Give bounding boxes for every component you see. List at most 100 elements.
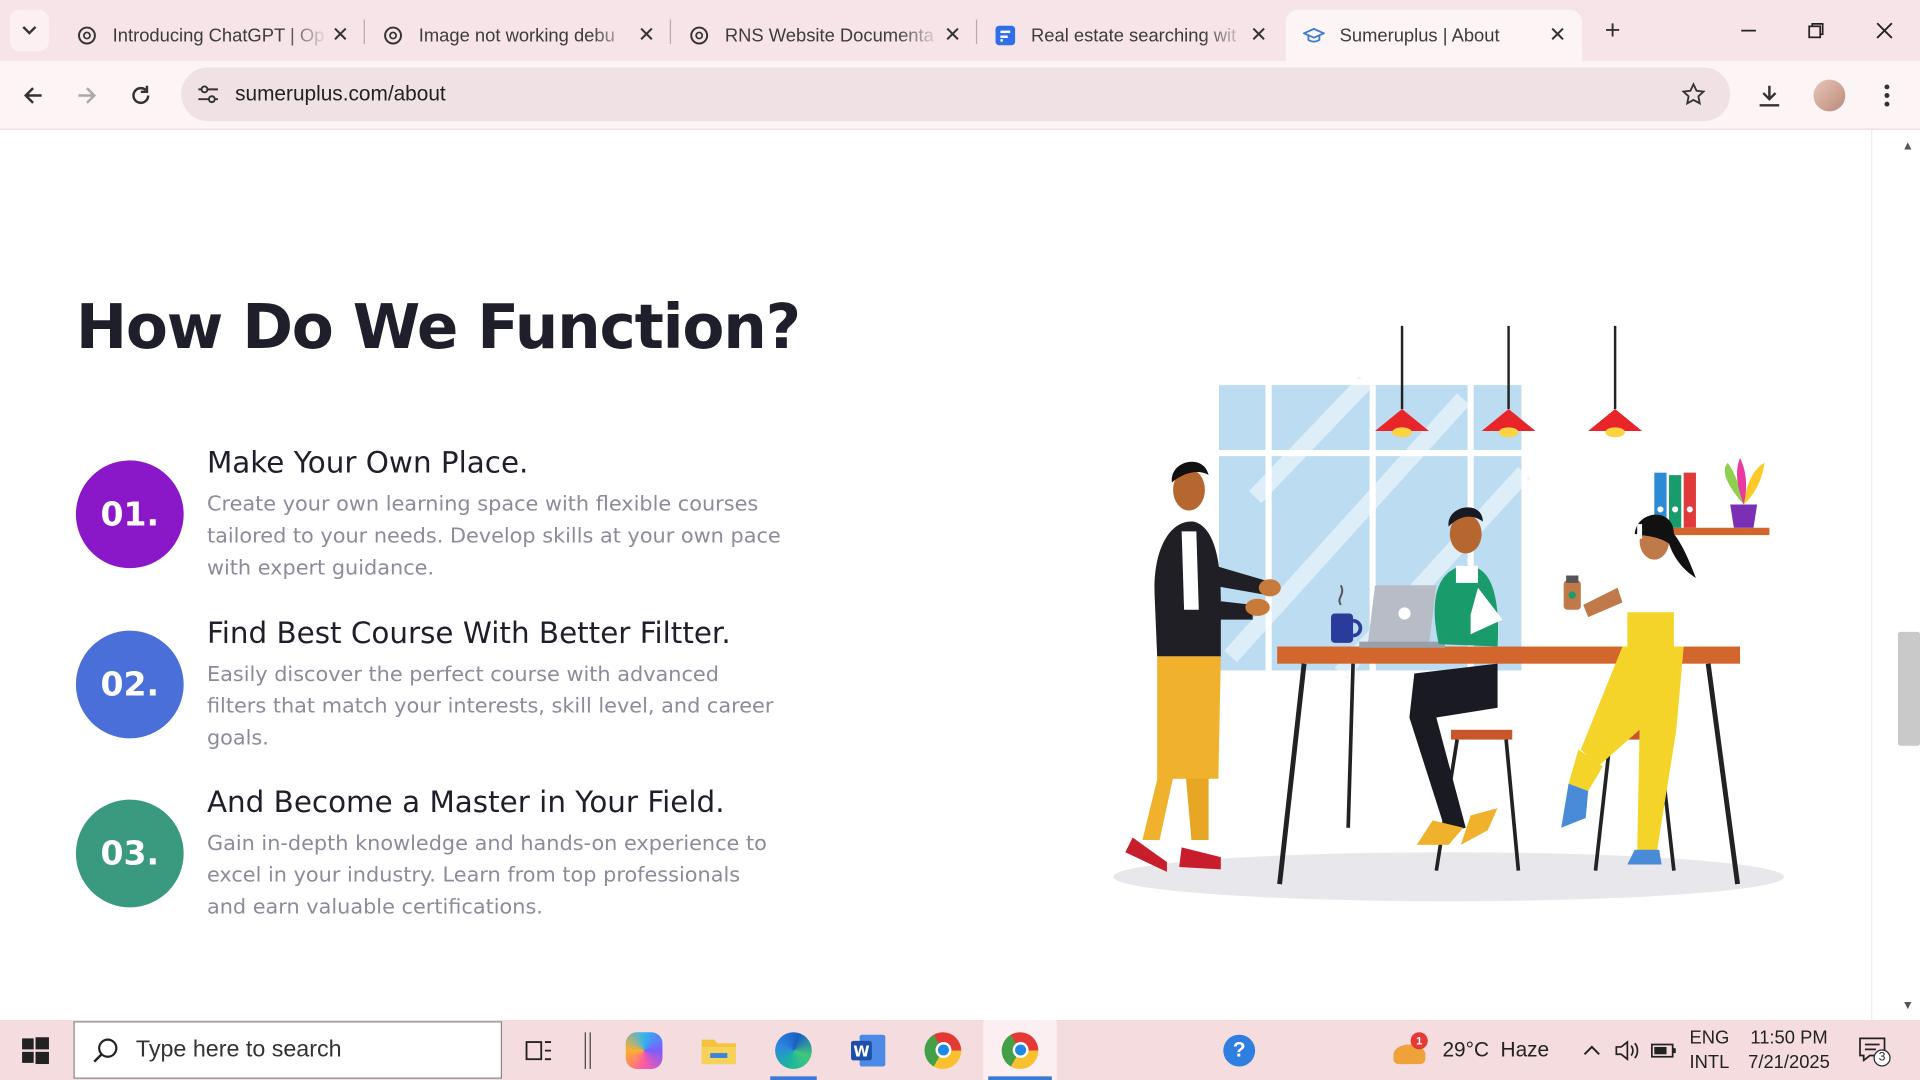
close-icon[interactable]: ✕ bbox=[328, 23, 352, 47]
close-icon[interactable]: ✕ bbox=[1545, 23, 1569, 47]
close-icon bbox=[1876, 22, 1893, 39]
battery-icon bbox=[1650, 1043, 1676, 1057]
weather-text: 29°C Haze bbox=[1442, 1037, 1550, 1062]
word-app[interactable]: W bbox=[840, 1020, 896, 1080]
step-title: Find Best Course With Better Filtter. bbox=[206, 615, 731, 651]
svg-text:W: W bbox=[853, 1043, 869, 1060]
active-indicator bbox=[770, 1076, 817, 1080]
clock-date: 7/21/2025 bbox=[1748, 1051, 1830, 1073]
copilot-icon bbox=[625, 1031, 663, 1069]
bookmark-star-icon[interactable] bbox=[1679, 80, 1708, 109]
chrome-profile-icon bbox=[1001, 1031, 1039, 1069]
taskbar-search-box[interactable]: Type here to search bbox=[73, 1021, 503, 1079]
step-item: 01. Make Your Own Place. Create your own… bbox=[75, 445, 811, 593]
copilot-app[interactable] bbox=[616, 1020, 672, 1080]
address-bar[interactable]: sumeruplus.com/about bbox=[181, 67, 1731, 122]
close-icon[interactable]: ✕ bbox=[634, 23, 658, 47]
page-scrollbar[interactable]: ▲ ▼ bbox=[1871, 129, 1920, 1021]
taskbar-divider bbox=[576, 1020, 600, 1080]
tab-title: RNS Website Documenta bbox=[724, 25, 934, 46]
file-explorer-app[interactable] bbox=[691, 1020, 747, 1080]
step-title: And Become a Master in Your Field. bbox=[206, 784, 725, 820]
help-icon: ? bbox=[1223, 1034, 1256, 1066]
arrow-left-icon bbox=[23, 87, 42, 104]
tab-title: Image not working debu bbox=[418, 25, 615, 46]
step-number-badge: 01. bbox=[75, 460, 184, 569]
folder-icon bbox=[701, 1038, 736, 1064]
tab-search-button[interactable] bbox=[9, 9, 49, 52]
browser-toolbar: sumeruplus.com/about bbox=[0, 61, 1920, 130]
step-description: Easily discover the perfect course with … bbox=[206, 662, 774, 751]
active-indicator bbox=[988, 1076, 1052, 1080]
reload-icon bbox=[132, 85, 150, 105]
chrome-profile-app[interactable] bbox=[983, 1020, 1057, 1080]
plus-icon: + bbox=[1604, 14, 1621, 46]
tab-title: Real estate searching wit bbox=[1031, 25, 1237, 46]
new-tab-button[interactable]: + bbox=[1597, 15, 1629, 47]
tab-chatgpt-intro[interactable]: Introducing ChatGPT | Op ✕ bbox=[59, 10, 365, 61]
battery-button[interactable] bbox=[1648, 1020, 1680, 1080]
chrome-icon bbox=[924, 1031, 962, 1069]
minimize-button[interactable] bbox=[1724, 12, 1773, 49]
chrome-app[interactable] bbox=[915, 1020, 971, 1080]
weather-widget[interactable]: 1 29°C Haze bbox=[1389, 1020, 1554, 1080]
tab-image-debug[interactable]: Image not working debu ✕ bbox=[365, 10, 671, 61]
scrollbar-thumb[interactable] bbox=[1897, 631, 1920, 746]
restore-button[interactable] bbox=[1791, 12, 1840, 49]
task-view-button[interactable] bbox=[514, 1020, 563, 1080]
volume-button[interactable] bbox=[1611, 1020, 1643, 1080]
close-window-button[interactable] bbox=[1860, 12, 1909, 49]
speaker-icon bbox=[1615, 1039, 1639, 1061]
notifications-button[interactable]: 3 bbox=[1849, 1020, 1898, 1080]
step-item: 03. And Become a Master in Your Field. G… bbox=[75, 784, 811, 932]
tab-title: Introducing ChatGPT | Op bbox=[112, 25, 325, 46]
search-icon bbox=[93, 1037, 118, 1062]
tab-real-estate[interactable]: Real estate searching wit ✕ bbox=[977, 10, 1283, 61]
scroll-down-icon[interactable]: ▼ bbox=[1899, 999, 1916, 1012]
start-button[interactable] bbox=[0, 1020, 71, 1080]
close-icon[interactable]: ✕ bbox=[1247, 23, 1271, 47]
downloads-button[interactable] bbox=[1752, 78, 1786, 112]
tab-rns-docs[interactable]: RNS Website Documenta ✕ bbox=[671, 10, 977, 61]
step-title: Make Your Own Place. bbox=[206, 445, 529, 481]
step-number-badge: 03. bbox=[75, 799, 184, 908]
edge-app[interactable] bbox=[765, 1020, 821, 1080]
chevron-up-icon bbox=[1583, 1044, 1600, 1055]
step-description: Gain in-depth knowledge and hands-on exp… bbox=[206, 831, 767, 920]
page-content: How Do We Function? 01. Make Your Own Pl… bbox=[0, 129, 1872, 1021]
clock[interactable]: 11:50 PM 7/21/2025 bbox=[1739, 1020, 1839, 1080]
language-indicator[interactable]: ENG INTL bbox=[1685, 1020, 1734, 1080]
browser-menu-button[interactable] bbox=[1870, 78, 1904, 112]
forward-button[interactable] bbox=[70, 78, 104, 112]
keyboard-layout: INTL bbox=[1689, 1051, 1730, 1073]
person-sitting-coffee bbox=[1561, 514, 1696, 865]
scroll-up-icon[interactable]: ▲ bbox=[1899, 140, 1916, 153]
download-icon bbox=[1759, 85, 1780, 107]
notification-icon: 3 bbox=[1859, 1036, 1891, 1066]
windows-logo-icon bbox=[22, 1036, 49, 1064]
tab-sumeruplus-about[interactable]: Sumeruplus | About ✕ bbox=[1285, 9, 1583, 62]
avatar bbox=[1813, 79, 1846, 112]
forms-icon bbox=[994, 24, 1016, 46]
search-placeholder: Type here to search bbox=[135, 1036, 342, 1063]
language-code: ENG bbox=[1689, 1027, 1730, 1049]
url-text[interactable]: sumeruplus.com/about bbox=[235, 82, 446, 106]
close-icon[interactable]: ✕ bbox=[940, 23, 964, 47]
graduation-cap-icon bbox=[1302, 24, 1325, 46]
weather-icon: 1 bbox=[1389, 1031, 1431, 1069]
restore-icon bbox=[1808, 23, 1824, 39]
tab-strip: Introducing ChatGPT | Op ✕ Image not wor… bbox=[0, 0, 1920, 62]
profile-button[interactable] bbox=[1812, 78, 1846, 112]
reload-button[interactable] bbox=[124, 78, 158, 112]
notification-count: 3 bbox=[1873, 1048, 1891, 1066]
section-heading: How Do We Function? bbox=[75, 291, 801, 363]
show-hidden-icons-button[interactable] bbox=[1576, 1020, 1608, 1080]
clock-time: 11:50 PM bbox=[1750, 1027, 1828, 1049]
site-settings-icon[interactable] bbox=[193, 80, 222, 109]
back-button[interactable] bbox=[16, 78, 50, 112]
chevron-down-icon bbox=[22, 26, 37, 35]
arrow-right-icon bbox=[78, 87, 97, 104]
step-item: 02. Find Best Course With Better Filtter… bbox=[75, 615, 811, 763]
help-app[interactable]: ? bbox=[1215, 1020, 1264, 1080]
openai-icon bbox=[76, 24, 98, 46]
